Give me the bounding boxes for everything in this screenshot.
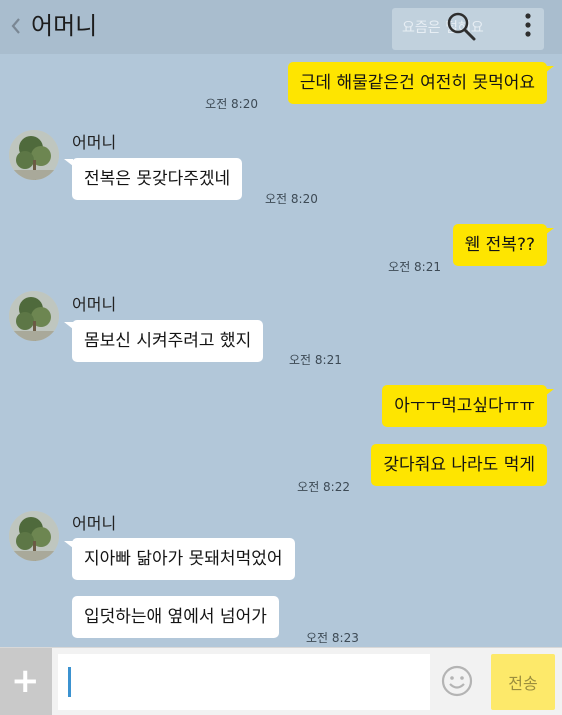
bubble-tail: [545, 389, 554, 396]
avatar[interactable]: [9, 511, 59, 561]
message-bubble-other[interactable]: 몸보신 시켜주려고 했지: [72, 320, 264, 362]
attach-button[interactable]: +: [0, 648, 52, 715]
message-time: 오전 8:20: [265, 192, 318, 206]
message-bubble-other[interactable]: 전복은 못갖다주겠네: [72, 158, 243, 200]
message-bubble-other[interactable]: 지아빠 닮아가 못돼처먹었어: [72, 538, 295, 580]
send-button[interactable]: 전송: [491, 654, 555, 710]
bubble-tail: [545, 228, 554, 235]
message-bubble-me[interactable]: 갖다줘요 나라도 먹게: [371, 444, 547, 486]
message-bubble-me[interactable]: 아ㅜㅜ먹고싶다ㅠㅠ: [382, 385, 547, 427]
chevron-left-icon[interactable]: [8, 13, 24, 39]
more-vertical-icon[interactable]: [520, 11, 536, 41]
sender-name: 어머니: [72, 514, 117, 533]
message-time: 오전 8:20: [205, 97, 258, 111]
message-bubble-me[interactable]: 근데 해물같은건 여전히 못먹어요: [287, 62, 547, 104]
smiley-icon[interactable]: [440, 664, 474, 698]
message-bubble-me[interactable]: 웬 전복??: [452, 224, 547, 266]
bubble-tail: [545, 66, 554, 73]
message-time: 오전 8:21: [289, 353, 342, 367]
sender-name: 어머니: [72, 295, 117, 314]
chat-header: 어머니 요즘은 덜해요: [0, 0, 562, 54]
message-input[interactable]: [58, 654, 430, 710]
message-input-bar: + 전송: [0, 647, 562, 715]
text-caret: [68, 667, 71, 697]
plus-icon: +: [11, 661, 40, 701]
avatar[interactable]: [9, 291, 59, 341]
send-button-label: 전송: [508, 674, 538, 693]
chat-title: 어머니: [31, 12, 98, 40]
sender-name: 어머니: [72, 133, 117, 152]
message-time: 오전 8:21: [388, 260, 441, 274]
avatar[interactable]: [9, 130, 59, 180]
search-icon[interactable]: [444, 9, 478, 43]
message-time: 오전 8:22: [297, 480, 350, 494]
message-time: 오전 8:23: [306, 631, 359, 645]
message-bubble-other[interactable]: 입덧하는애 옆에서 넘어가: [72, 596, 279, 638]
